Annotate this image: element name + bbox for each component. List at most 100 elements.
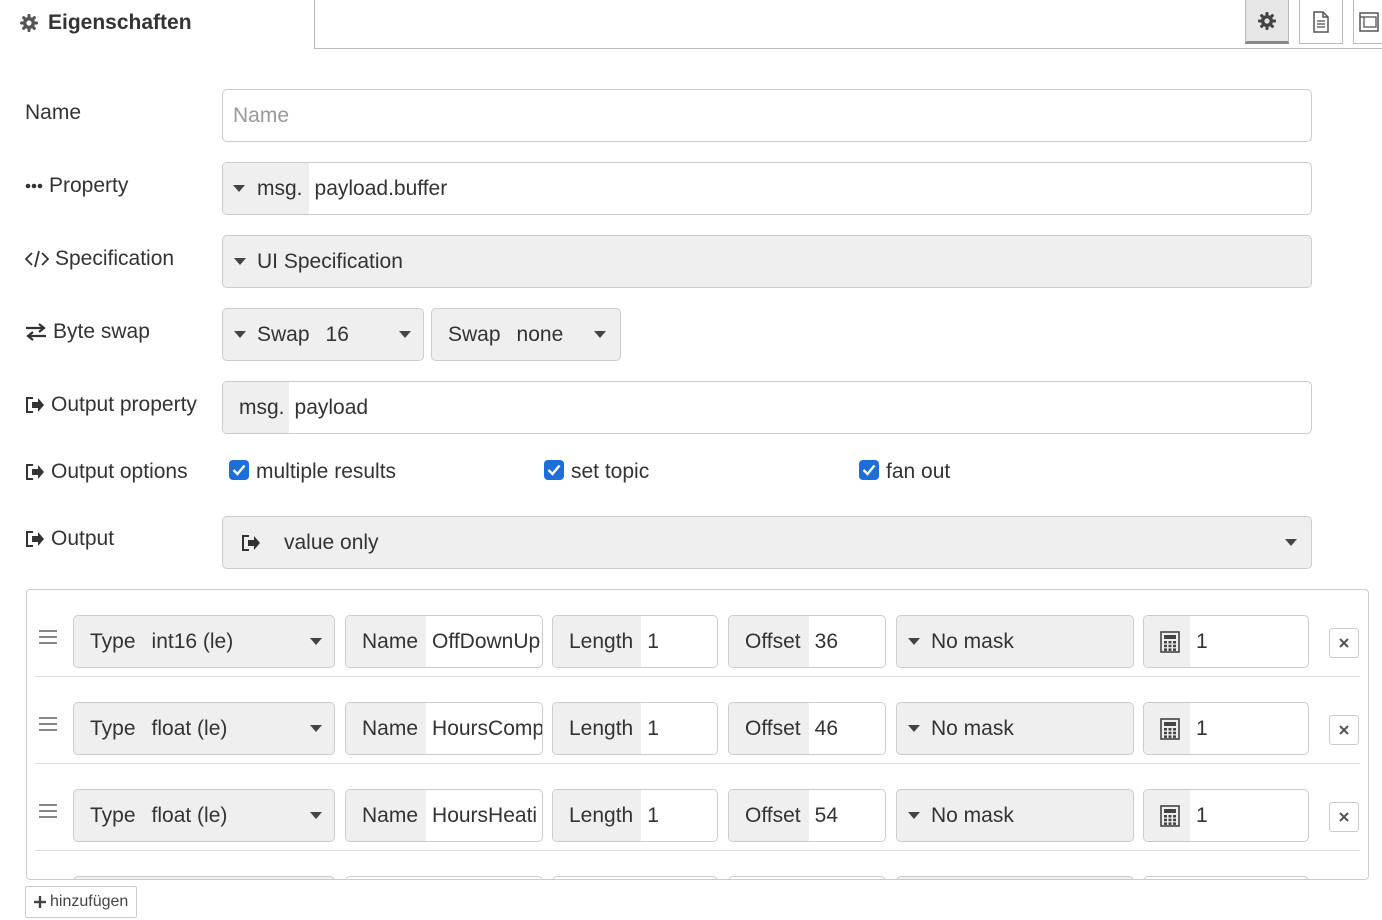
checkmark-icon (862, 464, 876, 476)
type-select[interactable]: Type float (le) (73, 702, 335, 755)
property-input[interactable]: msg. payload.buffer (222, 162, 1312, 215)
offset-input[interactable]: Offset 36 (728, 615, 886, 668)
caret-down-icon (234, 258, 246, 265)
fan-out-checkbox[interactable] (859, 460, 879, 480)
output-property-input[interactable]: msg. payload (222, 381, 1312, 434)
scale-type[interactable] (1144, 703, 1190, 754)
caret-down-icon (399, 331, 411, 338)
sign-out-icon (26, 464, 44, 480)
code-icon (25, 250, 49, 268)
item-name-value[interactable]: HoursComp (426, 717, 542, 741)
name-input[interactable]: Name (222, 89, 1312, 142)
swap32-select[interactable]: Swap none (431, 308, 621, 361)
caret-down-icon (1285, 539, 1297, 546)
calculator-icon (1160, 804, 1180, 827)
mask-value: No mask (931, 716, 1014, 740)
mask-select[interactable]: No mask (896, 789, 1134, 842)
length-input[interactable]: Length 1 (552, 789, 718, 842)
specification-value: UI Specification (257, 249, 403, 273)
property-type-select[interactable]: msg. (223, 163, 309, 214)
multiple-results-checkbox[interactable] (229, 460, 249, 480)
offset-value[interactable]: 54 (809, 804, 838, 828)
multiple-results-label: multiple results (256, 460, 397, 483)
item-name-value[interactable]: OffDownUp (426, 630, 540, 654)
type-value: float (le) (151, 716, 228, 740)
scale-input[interactable]: 1 (1143, 702, 1309, 755)
remove-row-button[interactable] (1329, 715, 1359, 745)
length-input[interactable]: Length 1 (552, 615, 718, 668)
length-input[interactable]: Length 1 (552, 702, 718, 755)
remove-row-button[interactable] (1329, 628, 1359, 658)
scale-type[interactable] (1144, 790, 1190, 841)
type-select[interactable]: Type int16 (le) (73, 615, 335, 668)
close-icon (1339, 725, 1349, 735)
item-name-label: Name (346, 616, 427, 667)
output-label-text: Output (51, 527, 115, 550)
add-button[interactable]: hinzufügen (25, 886, 138, 918)
output-options-label-text: Output options (51, 460, 188, 483)
type-select[interactable]: Type float (le) (73, 789, 335, 842)
set-topic-label: set topic (571, 460, 650, 483)
caret-down-icon (908, 725, 920, 732)
type-label: Type (90, 803, 136, 827)
items-list: Type int16 (le) Name OffDownUp Length 1 Offset… (26, 589, 1369, 880)
item-name-label: Name (346, 703, 427, 754)
mask-select[interactable]: No mask (896, 615, 1134, 668)
output-property-value[interactable]: payload (289, 396, 369, 420)
offset-label: Offset (729, 790, 809, 841)
offset-value[interactable]: 36 (809, 630, 838, 654)
item-name-input[interactable]: Name HoursHeati (345, 789, 543, 842)
output-select[interactable]: value only (222, 516, 1312, 569)
mask-value: No mask (931, 803, 1014, 827)
name-placeholder: Name (233, 103, 290, 127)
caret-down-icon (908, 812, 920, 819)
close-icon (1339, 812, 1349, 822)
item-name-input[interactable]: Name HoursComp (345, 702, 543, 755)
appearance-button[interactable] (1353, 0, 1382, 44)
drag-handle-icon[interactable] (39, 630, 57, 648)
item-name-input[interactable]: Name OffDownUp (345, 615, 543, 668)
layout-icon (1358, 11, 1379, 32)
mask-value: No mask (931, 629, 1014, 653)
output-property-label-text: Output property (51, 393, 197, 416)
properties-tab[interactable]: Eigenschaften (0, 0, 315, 49)
output-label: Output (25, 527, 114, 551)
swap32-value: none (516, 322, 564, 346)
scale-value[interactable]: 1 (1190, 717, 1208, 741)
item-name-value[interactable]: HoursHeati (426, 804, 537, 828)
close-icon (1339, 638, 1349, 648)
sign-out-icon (26, 531, 44, 547)
mask-select[interactable]: No mask (896, 702, 1134, 755)
length-value[interactable]: 1 (641, 804, 659, 828)
property-value[interactable]: payload.buffer (309, 177, 448, 201)
length-value[interactable]: 1 (641, 717, 659, 741)
properties-button[interactable] (1245, 0, 1289, 44)
swap16-select[interactable]: Swap 16 (222, 308, 424, 361)
scale-value[interactable]: 1 (1190, 804, 1208, 828)
specification-label: Specification (25, 247, 174, 271)
offset-input[interactable]: Offset 46 (728, 702, 886, 755)
type-value: float (le) (151, 803, 228, 827)
exchange-icon (26, 323, 46, 341)
drag-handle-icon[interactable] (39, 804, 57, 822)
type-value: int16 (le) (151, 629, 234, 653)
offset-label: Offset (729, 616, 809, 667)
drag-handle-icon[interactable] (39, 717, 57, 735)
description-button[interactable] (1299, 0, 1343, 44)
scale-input[interactable]: 1 (1143, 615, 1309, 668)
set-topic-checkbox[interactable] (544, 460, 564, 480)
specification-select[interactable]: UI Specification (222, 235, 1312, 288)
sign-out-icon (242, 534, 260, 551)
output-property-label: Output property (25, 393, 197, 417)
scale-value[interactable]: 1 (1190, 630, 1208, 654)
scale-input[interactable]: 1 (1143, 789, 1309, 842)
scale-type[interactable] (1144, 616, 1190, 667)
offset-input[interactable]: Offset 54 (728, 789, 886, 842)
sign-out-icon (26, 397, 44, 413)
offset-value[interactable]: 46 (809, 717, 838, 741)
length-value[interactable]: 1 (641, 630, 659, 654)
plus-icon (34, 896, 46, 908)
output-options-label: Output options (25, 460, 188, 484)
remove-row-button[interactable] (1329, 802, 1359, 832)
gear-icon (1258, 11, 1276, 30)
